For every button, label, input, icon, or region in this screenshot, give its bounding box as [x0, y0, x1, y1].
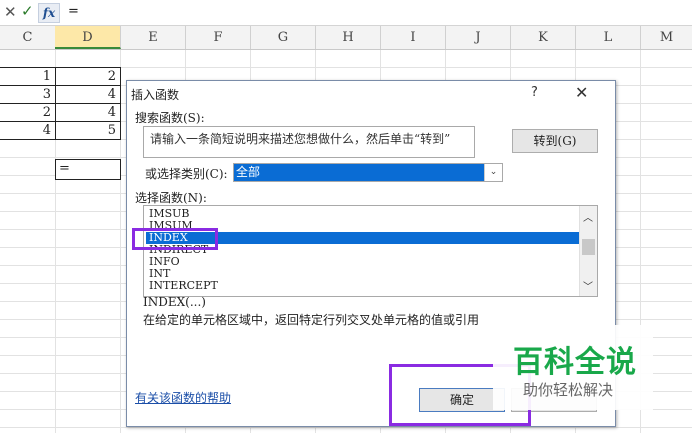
active-cell-value: =	[59, 161, 70, 176]
list-item[interactable]: IMSUB	[146, 208, 582, 220]
function-help-link[interactable]: 有关该函数的帮助	[135, 389, 231, 406]
function-signature: INDEX(...)	[143, 295, 206, 309]
goto-button[interactable]: 转到(G)	[512, 129, 598, 153]
list-item[interactable]: INFO	[146, 256, 582, 268]
category-select[interactable]: 全部 ⌄	[233, 163, 503, 182]
cell-d4[interactable]: 5	[56, 122, 120, 139]
search-input[interactable]: 请输入一条简短说明来描述您想做什么，然后单击“转到”	[143, 126, 475, 158]
watermark-subtitle: 助你轻松解决	[523, 381, 614, 399]
column-header-e[interactable]: E	[121, 26, 186, 49]
column-header-h[interactable]: H	[316, 26, 381, 49]
chevron-up-icon[interactable]: ︿	[583, 209, 593, 224]
watermark-title: 百科全说	[513, 345, 637, 380]
cell-c2[interactable]: 3	[0, 86, 55, 103]
column-header-g[interactable]: G	[251, 26, 316, 49]
column-header-j[interactable]: J	[446, 26, 511, 49]
column-header-i[interactable]: I	[381, 26, 446, 49]
function-description: 在给定的单元格区域中，返回特定行列交叉处单元格的值或引用	[143, 313, 480, 327]
column-header-d[interactable]: D	[55, 26, 121, 49]
column-header-row: C D E F G H I J K L M	[0, 26, 692, 50]
watermark-logo: 百科全说 助你轻松解决	[493, 325, 653, 410]
select-function-label: 选择函数(N):	[135, 191, 207, 205]
column-header-c[interactable]: C	[0, 26, 56, 49]
column-header-m[interactable]: M	[641, 26, 692, 49]
formula-input[interactable]: =	[68, 4, 79, 19]
column-header-k[interactable]: K	[511, 26, 576, 49]
function-list[interactable]: IMSUB IMSUM INDEX INDIRECT INFO INT INTE…	[143, 205, 598, 297]
scrollbar[interactable]: ︿ ﹀	[579, 206, 597, 296]
search-placeholder: 请输入一条简短说明来描述您想做什么，然后单击“转到”	[150, 132, 451, 146]
cell-c1[interactable]: 1	[0, 68, 55, 85]
list-item[interactable]: INTERCEPT	[146, 280, 582, 292]
enter-icon[interactable]: ✓	[21, 2, 34, 20]
insert-function-button[interactable]: fx	[38, 3, 60, 23]
scrollbar-thumb[interactable]	[582, 239, 595, 255]
column-header-f[interactable]: F	[186, 26, 251, 49]
formula-bar: ✕ ✓ fx =	[0, 0, 692, 26]
close-icon[interactable]: ✕	[575, 83, 588, 102]
cell-c4[interactable]: 4	[0, 122, 55, 139]
cell-d3[interactable]: 4	[56, 104, 120, 121]
chevron-down-icon[interactable]: ⌄	[484, 164, 502, 181]
column-header-l[interactable]: L	[576, 26, 641, 49]
search-label: 搜索函数(S):	[135, 111, 205, 125]
help-icon[interactable]: ?	[531, 85, 538, 100]
chevron-down-icon[interactable]: ﹀	[583, 278, 593, 293]
annotation-box-index	[132, 228, 218, 250]
dialog-title: 插入函数	[131, 88, 180, 102]
category-value: 全部	[234, 164, 484, 181]
cell-d2[interactable]: 4	[56, 86, 120, 103]
cell-d1[interactable]: 2	[56, 68, 120, 85]
active-cell[interactable]: =	[55, 159, 121, 180]
cancel-icon[interactable]: ✕	[4, 3, 17, 21]
category-label: 或选择类别(C):	[145, 167, 228, 181]
cell-c3[interactable]: 2	[0, 104, 55, 121]
